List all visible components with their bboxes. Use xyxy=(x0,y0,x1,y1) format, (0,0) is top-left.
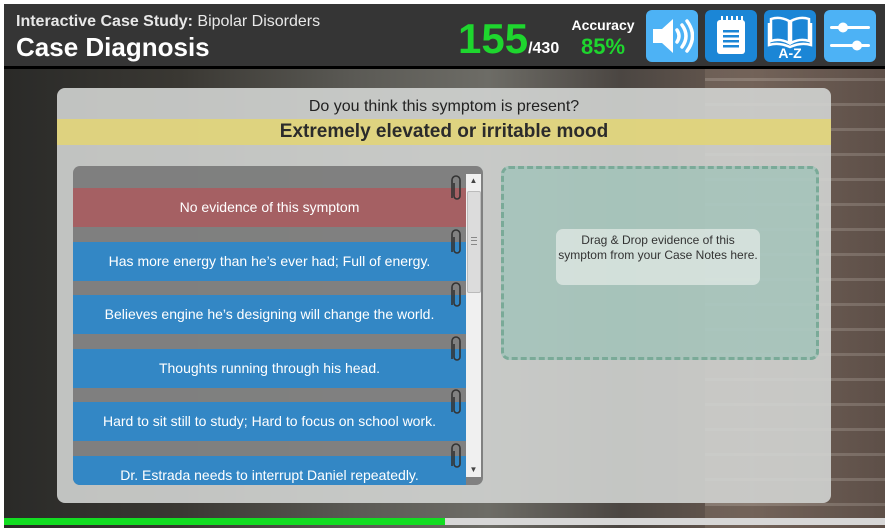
accuracy: Accuracy 85% xyxy=(570,17,636,60)
paperclip-icon xyxy=(451,389,461,414)
case-study-subtitle: Interactive Case Study: Bipolar Disorder… xyxy=(16,13,320,31)
paperclip-icon xyxy=(451,336,461,361)
evidence-item-label: Has more energy than he’s ever had; Full… xyxy=(108,253,431,269)
paperclip-icon xyxy=(451,175,461,200)
scroll-up-arrow-icon[interactable]: ▲ xyxy=(466,174,481,188)
question-prompt: Do you think this symptom is present? xyxy=(308,98,580,115)
evidence-item[interactable]: Thoughts running through his head. xyxy=(73,336,466,388)
scroll-down-arrow-icon[interactable]: ▼ xyxy=(466,463,481,477)
header: Interactive Case Study: Bipolar Disorder… xyxy=(4,4,885,69)
progress-fill xyxy=(4,518,445,525)
diagnosis-panel: Do you think this symptom is present? Ex… xyxy=(57,88,831,503)
evidence-item-label: No evidence of this symptom xyxy=(179,199,360,215)
scrollbar-thumb[interactable] xyxy=(467,191,481,293)
evidence-item-label: Believes engine he’s designing will chan… xyxy=(104,306,435,322)
drop-zone-instructions: Drag & Drop evidence of this symptom fro… xyxy=(556,229,760,285)
symptom-title: Extremely elevated or irritable mood xyxy=(57,119,831,145)
glossary-book-az-icon: A-Z xyxy=(767,16,813,59)
app-frame: Interactive Case Study: Bipolar Disorder… xyxy=(4,4,885,528)
evidence-item[interactable]: Hard to sit still to study; Hard to focu… xyxy=(73,389,466,441)
evidence-item-label: Dr. Estrada needs to interrupt Daniel re… xyxy=(120,467,419,483)
paperclip-icon xyxy=(451,443,461,468)
settings-button[interactable] xyxy=(824,10,876,62)
audio-button[interactable] xyxy=(646,10,698,62)
accuracy-value: 85% xyxy=(580,34,626,59)
settings-sliders-icon xyxy=(830,22,870,51)
evidence-item-label: Thoughts running through his head. xyxy=(158,360,381,376)
evidence-item-no-evidence[interactable]: No evidence of this symptom xyxy=(73,175,466,227)
progress-bar xyxy=(4,518,885,525)
evidence-list: No evidence of this symptom Has more ene… xyxy=(73,166,483,485)
accuracy-label: Accuracy xyxy=(571,17,635,33)
speaker-icon xyxy=(653,19,694,53)
score: 155/430 xyxy=(458,18,559,60)
evidence-item[interactable]: Believes engine he’s designing will chan… xyxy=(73,282,466,334)
evidence-item[interactable]: Has more energy than he’s ever had; Full… xyxy=(73,229,466,281)
evidence-list-scrollbar[interactable]: ▲ ▼ xyxy=(466,174,481,477)
subtitle-label: Interactive Case Study: xyxy=(16,13,193,30)
svg-text:A-Z: A-Z xyxy=(778,45,802,59)
score-total: /430 xyxy=(528,40,560,57)
paperclip-icon xyxy=(451,229,461,254)
case-notes-button[interactable] xyxy=(705,10,757,62)
paperclip-icon xyxy=(451,282,461,307)
score-value: 155 xyxy=(458,15,529,62)
grip-icon xyxy=(471,237,477,245)
subtitle-topic: Bipolar Disorders xyxy=(192,13,321,30)
notepad-icon xyxy=(717,16,745,54)
evidence-drop-zone[interactable]: Drag & Drop evidence of this symptom fro… xyxy=(501,166,819,360)
evidence-item-label: Hard to sit still to study; Hard to focu… xyxy=(102,413,437,429)
evidence-item[interactable]: Dr. Estrada needs to interrupt Daniel re… xyxy=(73,443,466,485)
glossary-button[interactable]: A-Z xyxy=(764,10,816,62)
page-title: Case Diagnosis xyxy=(16,32,210,62)
